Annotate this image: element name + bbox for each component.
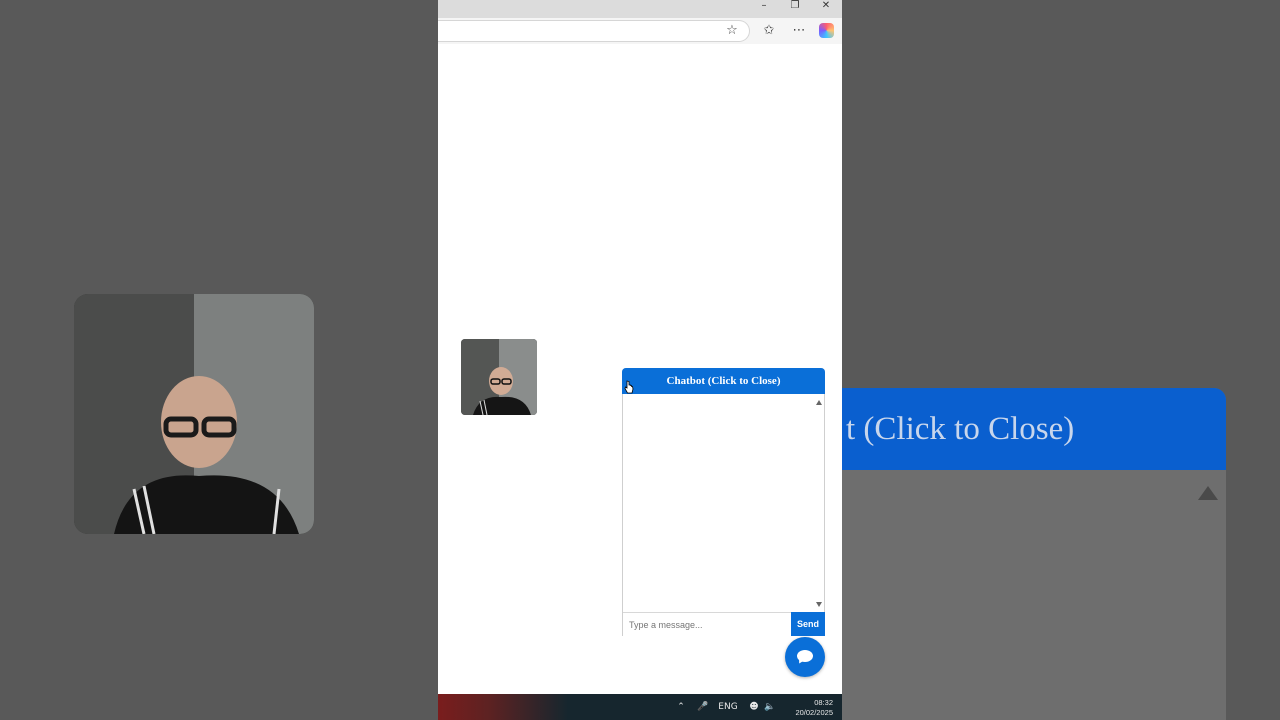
background-scroll-up-icon	[1198, 486, 1218, 500]
volume-icon[interactable]: 🔈	[763, 694, 777, 720]
browser-toolbar: ☆ ✩ ⋯	[438, 18, 842, 44]
clock-time: 08:32	[814, 698, 833, 707]
message-input[interactable]	[623, 612, 791, 636]
favorites-icon[interactable]: ✩	[759, 21, 779, 41]
chatbot-panel: Chatbot (Click to Close) Send	[622, 368, 825, 636]
wifi-icon[interactable]: ☻	[747, 694, 761, 720]
scroll-up-icon[interactable]	[816, 400, 822, 405]
title-bar: – ❐ ✕	[438, 0, 842, 18]
background-chat-header: t (Click to Close)	[842, 388, 1226, 470]
taskbar-app-area	[438, 694, 568, 720]
language-indicator[interactable]: ENG	[717, 694, 739, 720]
browser-window: – ❐ ✕ ☆ ✩ ⋯ Chatbot (Click to Close) Typ…	[438, 0, 842, 720]
background-webcam-image	[74, 294, 314, 534]
microphone-icon[interactable]: 🎤	[696, 694, 710, 720]
copilot-icon[interactable]	[819, 23, 834, 38]
address-bar[interactable]: ☆	[438, 20, 750, 42]
chatbot-header[interactable]: Chatbot (Click to Close)	[622, 368, 825, 394]
star-icon[interactable]: ☆	[722, 21, 742, 41]
chat-toggle-button[interactable]	[785, 637, 825, 677]
chat-bubble-tail	[797, 658, 805, 665]
clock[interactable]: 08:32 20/02/2025	[783, 698, 833, 718]
chevron-up-icon[interactable]: ⌃	[674, 694, 688, 720]
close-icon[interactable]: ✕	[813, 0, 839, 14]
webcam-thumbnail	[461, 339, 537, 415]
background-chat-panel: t (Click to Close)	[842, 388, 1226, 720]
taskbar: ⌃ 🎤 ENG ☻ 🔈 08:32 20/02/2025	[438, 694, 842, 720]
mouse-cursor-icon	[624, 380, 634, 394]
clock-date: 20/02/2025	[795, 708, 833, 717]
scroll-down-icon[interactable]	[816, 602, 822, 607]
screen: t (Click to Close) – ❐ ✕ ☆ ✩ ⋯ Chatbot (…	[0, 0, 1280, 720]
minimize-icon[interactable]: –	[751, 0, 777, 14]
send-button[interactable]: Send	[791, 612, 825, 636]
chat-messages[interactable]	[623, 394, 824, 610]
page-content: Chatbot (Click to Close) Send	[438, 44, 842, 690]
restore-icon[interactable]: ❐	[782, 0, 808, 14]
more-icon[interactable]: ⋯	[789, 21, 809, 41]
